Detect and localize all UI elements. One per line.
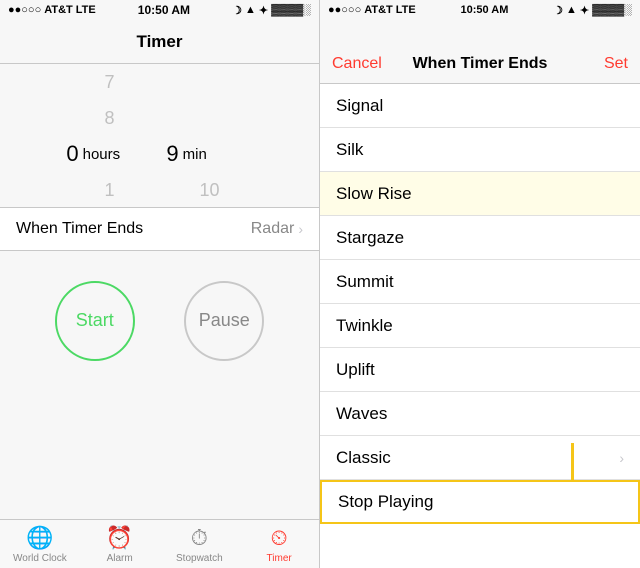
stopwatch-icon: ⏱ bbox=[191, 525, 208, 551]
tab-timer[interactable]: ⏲ Timer bbox=[239, 520, 319, 568]
picker-area[interactable]: 6 7 8 0 hours 1 2 3 9 min 10 bbox=[0, 64, 319, 203]
tab-stopwatch-label: Stopwatch bbox=[176, 553, 223, 564]
world-clock-icon: 🌐 bbox=[26, 525, 53, 551]
right-moon-icon: ☽ bbox=[553, 4, 563, 17]
left-carrier: AT&T bbox=[44, 4, 73, 16]
tab-alarm-label: Alarm bbox=[107, 553, 133, 564]
slow-rise-label: Slow Rise bbox=[336, 184, 412, 204]
right-carrier-info: ●●○○○ AT&T LTE bbox=[328, 4, 416, 16]
moon-icon: ☽ bbox=[232, 4, 242, 17]
location-icon: ▲ bbox=[245, 4, 256, 16]
stargaze-label: Stargaze bbox=[336, 228, 404, 248]
menu-item-uplift[interactable]: Uplift bbox=[320, 348, 640, 392]
left-spacer bbox=[0, 381, 319, 520]
signal-label: Signal bbox=[336, 96, 383, 116]
hours-label: hours bbox=[83, 146, 153, 163]
min-label: min bbox=[183, 146, 253, 163]
right-status-bar: ●●○○○ AT&T LTE 10:50 AM ☽ ▲ ✦ ▓▓▓▓░ bbox=[320, 0, 640, 20]
pause-button[interactable]: Pause bbox=[184, 281, 264, 361]
summit-label: Summit bbox=[336, 272, 394, 292]
cancel-button[interactable]: Cancel bbox=[332, 55, 406, 73]
waves-label: Waves bbox=[336, 404, 387, 424]
start-button[interactable]: Start bbox=[55, 281, 135, 361]
when-timer-ends-row[interactable]: When Timer Ends Radar › bbox=[0, 207, 319, 251]
min-selected: 9 min bbox=[160, 136, 260, 172]
menu-item-summit[interactable]: Summit bbox=[320, 260, 640, 304]
uplift-label: Uplift bbox=[336, 360, 375, 380]
when-timer-ends-current: Radar bbox=[251, 220, 295, 238]
left-status-bar: ●●○○○ AT&T LTE 10:50 AM ☽ ▲ ✦ ▓▓▓▓░ bbox=[0, 0, 319, 20]
right-network: LTE bbox=[396, 4, 416, 16]
when-timer-ends-value: Radar › bbox=[251, 220, 303, 238]
menu-item-waves[interactable]: Waves bbox=[320, 392, 640, 436]
alarm-icon: ⏰ bbox=[106, 525, 133, 551]
min-column[interactable]: 9 min 10 11 12 bbox=[160, 64, 260, 203]
min-item-empty3 bbox=[160, 100, 260, 136]
set-button[interactable]: Set bbox=[554, 55, 628, 73]
menu-item-classic[interactable]: Classic › bbox=[320, 436, 640, 480]
tab-world-clock-label: World Clock bbox=[13, 553, 67, 564]
tab-world-clock[interactable]: 🌐 World Clock bbox=[0, 520, 80, 568]
menu-list: Signal Silk Slow Rise Stargaze Summit Tw… bbox=[320, 84, 640, 568]
hours-item-8: 8 bbox=[60, 100, 160, 136]
right-carrier: AT&T bbox=[364, 4, 393, 16]
menu-item-slow-rise[interactable]: Slow Rise bbox=[320, 172, 640, 216]
battery-icon: ▓▓▓▓░ bbox=[271, 4, 311, 16]
right-nav-bar: Cancel When Timer Ends Set bbox=[320, 20, 640, 84]
right-time: 10:50 AM bbox=[460, 4, 508, 16]
timer-icon: ⏲ bbox=[271, 525, 288, 551]
left-panel: ●●○○○ AT&T LTE 10:50 AM ☽ ▲ ✦ ▓▓▓▓░ Time… bbox=[0, 0, 320, 568]
silk-label: Silk bbox=[336, 140, 363, 160]
when-timer-ends-label: When Timer Ends bbox=[16, 220, 143, 238]
tab-timer-label: Timer bbox=[267, 553, 292, 564]
stop-playing-label: Stop Playing bbox=[338, 492, 433, 512]
right-panel: ●●○○○ AT&T LTE 10:50 AM ☽ ▲ ✦ ▓▓▓▓░ Canc… bbox=[320, 0, 640, 568]
left-right-icons: ☽ ▲ ✦ ▓▓▓▓░ bbox=[232, 4, 311, 17]
right-battery-icon: ▓▓▓▓░ bbox=[592, 4, 632, 16]
right-nav-title: When Timer Ends bbox=[406, 55, 554, 73]
min-item-empty2 bbox=[160, 64, 260, 100]
classic-label: Classic bbox=[336, 448, 391, 468]
hours-column[interactable]: 6 7 8 0 hours 1 2 3 bbox=[60, 64, 160, 203]
left-nav-title: Timer bbox=[137, 32, 183, 52]
bluetooth-icon: ✦ bbox=[259, 4, 268, 17]
left-nav-bar: Timer bbox=[0, 20, 319, 64]
left-network: LTE bbox=[76, 4, 96, 16]
right-signal-dots: ●●○○○ bbox=[328, 4, 361, 16]
right-icons: ☽ ▲ ✦ ▓▓▓▓░ bbox=[553, 4, 632, 17]
right-location-icon: ▲ bbox=[566, 4, 577, 16]
when-timer-ends-chevron: › bbox=[298, 221, 303, 237]
classic-chevron: › bbox=[619, 450, 624, 466]
menu-item-stargaze[interactable]: Stargaze bbox=[320, 216, 640, 260]
menu-item-signal[interactable]: Signal bbox=[320, 84, 640, 128]
twinkle-label: Twinkle bbox=[336, 316, 393, 336]
left-time: 10:50 AM bbox=[138, 3, 190, 17]
hours-item-7: 7 bbox=[60, 64, 160, 100]
menu-item-twinkle[interactable]: Twinkle bbox=[320, 304, 640, 348]
hours-item-1: 1 bbox=[60, 172, 160, 203]
menu-item-silk[interactable]: Silk bbox=[320, 128, 640, 172]
hours-selected: 0 hours bbox=[60, 136, 160, 172]
tab-bar: 🌐 World Clock ⏰ Alarm ⏱ Stopwatch ⏲ Time… bbox=[0, 519, 319, 568]
tab-stopwatch[interactable]: ⏱ Stopwatch bbox=[160, 520, 240, 568]
tab-alarm[interactable]: ⏰ Alarm bbox=[80, 520, 160, 568]
right-bluetooth-icon: ✦ bbox=[580, 4, 589, 17]
left-carrier-info: ●●○○○ AT&T LTE bbox=[8, 4, 96, 16]
stop-playing-row[interactable]: Stop Playing bbox=[320, 480, 640, 524]
buttons-row: Start Pause bbox=[0, 261, 319, 381]
min-item-10: 10 bbox=[160, 172, 260, 203]
left-signal-dots: ●●○○○ bbox=[8, 4, 41, 16]
picker-columns[interactable]: 6 7 8 0 hours 1 2 3 9 min 10 bbox=[0, 64, 319, 203]
